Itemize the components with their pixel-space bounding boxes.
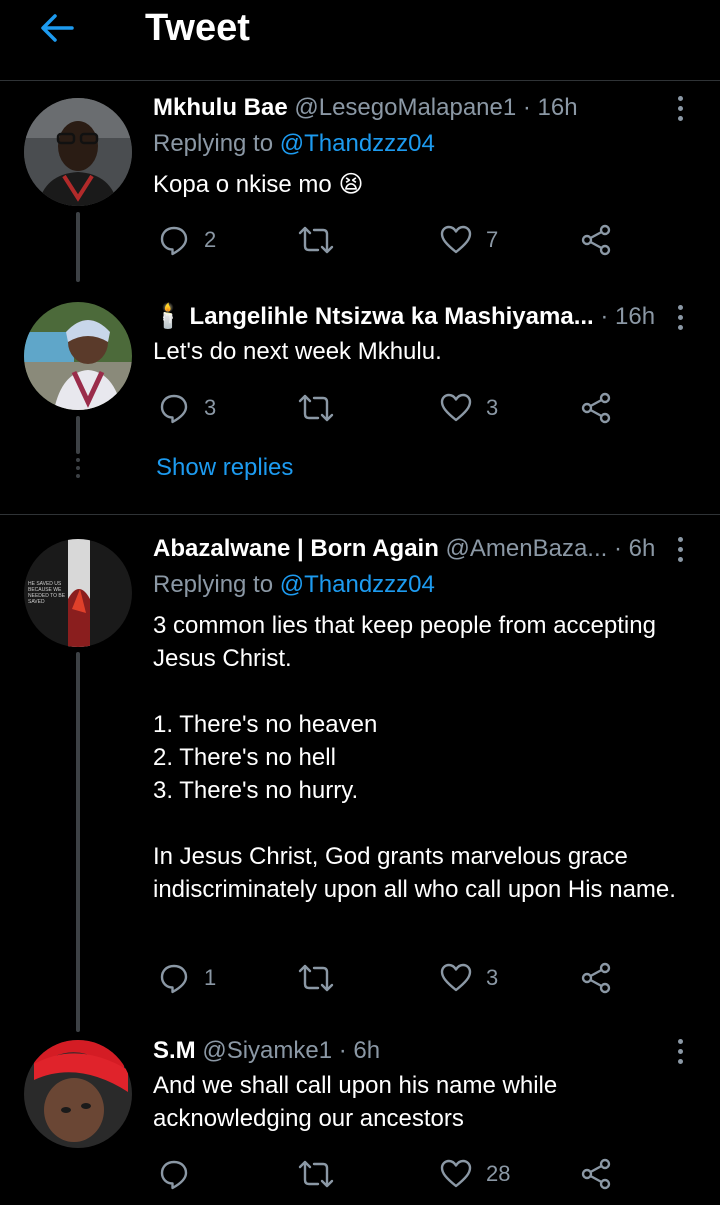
thread-dot (76, 458, 80, 462)
retweet-button[interactable] (298, 390, 348, 426)
avatar[interactable]: HE SAVED US BECAUSE WE NEEDED TO BE SAVE… (24, 539, 132, 647)
avatar-image (24, 98, 132, 206)
back-button[interactable] (36, 8, 76, 48)
author-handle[interactable]: @Siyamke1 (202, 1037, 332, 1064)
reply-icon (160, 226, 188, 256)
author-name[interactable]: 🕯️ Langelihle Ntsizwa ka Mashiyama... (153, 303, 594, 330)
like-count: 3 (486, 395, 499, 420)
tweet-time: · 6h (613, 535, 656, 562)
retweet-icon (298, 394, 334, 422)
tweet-text: 3 common lies that keep people from acce… (153, 612, 676, 903)
more-options-button[interactable] (670, 303, 690, 333)
share-icon (581, 1158, 611, 1190)
tweet-header: S.M @Siyamke1 · 6h (153, 1036, 380, 1066)
heart-icon (440, 393, 472, 422)
reply-button[interactable] (158, 1156, 204, 1192)
tweet-time: · 16h (522, 94, 578, 121)
author-handle[interactable]: @LesegoMalapane1 (294, 94, 516, 121)
reply-count: 3 (204, 395, 217, 420)
like-button[interactable]: 28 (440, 1156, 510, 1192)
tweet-text: Let's do next week Mkhulu. (153, 338, 442, 365)
reply-count: 2 (204, 227, 217, 252)
reply-icon (160, 394, 188, 424)
heart-icon (440, 1159, 472, 1188)
avatar-caption: HE SAVED US BECAUSE WE NEEDED TO BE SAVE… (28, 581, 66, 605)
divider (0, 514, 720, 515)
show-replies-link[interactable]: Show replies (156, 452, 293, 484)
replying-to: Replying to @Thandzzz04 (153, 129, 435, 159)
like-count: 28 (486, 1161, 511, 1186)
thread-line (76, 652, 80, 1032)
retweet-icon (298, 226, 334, 254)
replying-to: Replying to @Thandzzz04 (153, 570, 435, 600)
share-icon (581, 392, 611, 424)
share-icon (581, 224, 611, 256)
like-count: 3 (486, 965, 499, 990)
tweet-text: And we shall call upon his name while ac… (153, 1072, 564, 1132)
tweet-header: Mkhulu Bae @LesegoMalapane1 · 16h (153, 93, 578, 123)
retweet-button[interactable] (298, 960, 348, 996)
avatar-image (24, 1040, 132, 1148)
avatar[interactable] (24, 302, 132, 410)
divider (0, 80, 720, 81)
share-button[interactable] (580, 960, 612, 996)
thread-dot (76, 474, 80, 478)
retweet-icon (298, 1160, 334, 1188)
tweet-text: Kopa o nkise mo 😫 (153, 171, 364, 198)
author-name[interactable]: S.M (153, 1037, 196, 1064)
like-button[interactable]: 7 (440, 222, 498, 258)
heart-icon (440, 963, 472, 992)
retweet-button[interactable] (298, 222, 348, 258)
page-title: Tweet (145, 7, 250, 49)
reply-button[interactable]: 3 (158, 390, 216, 426)
replying-to-handle[interactable]: @Thandzzz04 (280, 571, 435, 598)
author-name[interactable]: Mkhulu Bae (153, 94, 288, 121)
like-button[interactable]: 3 (440, 390, 498, 426)
share-button[interactable] (580, 390, 612, 426)
retweet-icon (298, 964, 334, 992)
share-icon (581, 962, 611, 994)
thread-dot (76, 466, 80, 470)
heart-icon (440, 225, 472, 254)
replying-to-handle[interactable]: @Thandzzz04 (280, 130, 435, 157)
thread-line (76, 416, 80, 454)
more-options-button[interactable] (670, 535, 690, 565)
share-button[interactable] (580, 222, 612, 258)
reply-icon (160, 964, 188, 994)
avatar[interactable] (24, 98, 132, 206)
more-options-button[interactable] (670, 94, 690, 124)
like-button[interactable]: 3 (440, 960, 498, 996)
replying-to-label: Replying to (153, 130, 280, 157)
share-button[interactable] (580, 1156, 612, 1192)
reply-count: 1 (204, 965, 217, 990)
avatar[interactable] (24, 1040, 132, 1148)
tweet-time: · 16h (600, 303, 656, 330)
avatar-image (24, 302, 132, 410)
reply-icon (160, 1160, 188, 1190)
tweet-header: 🕯️ Langelihle Ntsizwa ka Mashiyama... · … (153, 302, 655, 332)
reply-button[interactable]: 2 (158, 222, 216, 258)
author-name[interactable]: Abazalwane | Born Again (153, 535, 439, 562)
reply-button[interactable]: 1 (158, 960, 216, 996)
arrow-left-icon (41, 14, 74, 42)
more-options-button[interactable] (670, 1037, 690, 1067)
replying-to-label: Replying to (153, 571, 280, 598)
tweet-header: Abazalwane | Born Again @AmenBaza... · 6… (153, 534, 655, 564)
like-count: 7 (486, 227, 499, 252)
tweet-time: · 6h (338, 1037, 381, 1064)
thread-line (76, 212, 80, 282)
top-bar: Tweet (0, 0, 720, 80)
retweet-button[interactable] (298, 1156, 348, 1192)
author-handle[interactable]: @AmenBaza... (446, 535, 608, 562)
